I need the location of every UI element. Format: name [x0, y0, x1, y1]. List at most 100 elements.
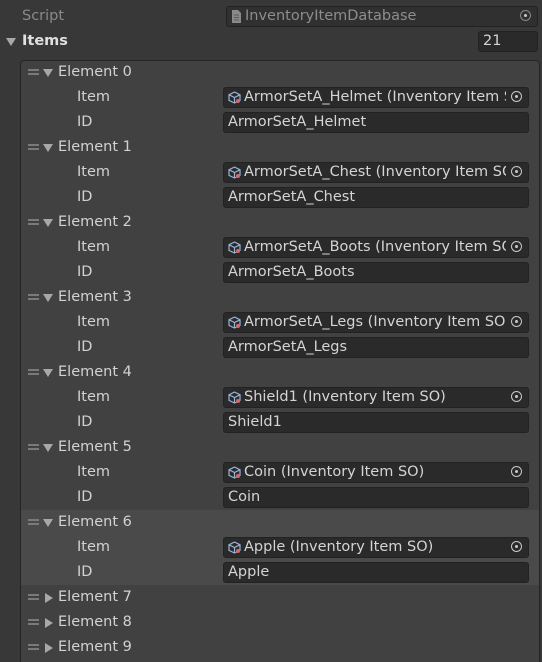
object-picker-icon[interactable]: [511, 466, 522, 477]
id-text-field[interactable]: ArmorSetA_Boots: [223, 262, 529, 283]
drag-handle-icon[interactable]: [28, 519, 39, 526]
items-count: 21: [483, 33, 502, 49]
drag-handle-icon[interactable]: [28, 294, 39, 301]
id-label: ID: [77, 564, 93, 580]
element-foldout-icon[interactable]: [43, 219, 53, 227]
element-label: Element 5: [58, 439, 132, 455]
id-value: Shield1: [228, 414, 282, 430]
item-value: ArmorSetA_Legs (Inventory Item SO): [244, 314, 512, 330]
item-object-field[interactable]: ArmorSetA_Chest (Inventory Item SO): [223, 162, 529, 183]
items-header[interactable]: Items 21: [0, 29, 542, 54]
item-row: Item Shield1 (Inventory Item SO): [0, 385, 542, 410]
drag-handle-icon[interactable]: [28, 444, 39, 451]
element-foldout-icon[interactable]: [43, 519, 53, 527]
script-row: Script InventoryItemDatabase: [0, 4, 542, 29]
element-foldout-icon[interactable]: [45, 643, 53, 653]
id-row: ID ArmorSetA_Chest: [0, 185, 542, 210]
object-picker-icon[interactable]: [511, 166, 522, 177]
id-text-field[interactable]: ArmorSetA_Chest: [223, 187, 529, 208]
element-header[interactable]: Element 5: [0, 435, 542, 460]
script-field[interactable]: InventoryItemDatabase: [226, 6, 538, 27]
id-text-field[interactable]: ArmorSetA_Legs: [223, 337, 529, 358]
item-label: Item: [77, 89, 111, 105]
item-object-field[interactable]: Shield1 (Inventory Item SO): [223, 387, 529, 408]
items-size-field[interactable]: 21: [478, 31, 538, 52]
item-object-field[interactable]: ArmorSetA_Helmet (Inventory Item SO): [223, 87, 529, 108]
script-value: InventoryItemDatabase: [245, 8, 417, 24]
scriptable-object-icon: [228, 91, 241, 104]
element-header[interactable]: Element 0: [0, 60, 542, 85]
script-icon: [232, 10, 241, 23]
element-header[interactable]: Element 9: [0, 635, 542, 660]
id-value: Coin: [228, 489, 261, 505]
id-row: ID ArmorSetA_Legs: [0, 335, 542, 360]
items-foldout-icon[interactable]: [6, 38, 16, 46]
item-label: Item: [77, 239, 111, 255]
element-foldout-icon[interactable]: [43, 369, 53, 377]
element-foldout-icon[interactable]: [43, 69, 53, 77]
item-label: Item: [77, 464, 111, 480]
id-value: ArmorSetA_Boots: [228, 264, 355, 280]
element-label: Element 7: [58, 589, 132, 605]
id-row: ID Apple: [0, 560, 542, 585]
item-label: Item: [77, 314, 111, 330]
element-label: Element 6: [58, 514, 132, 530]
id-text-field[interactable]: Coin: [223, 487, 529, 508]
id-value: Apple: [228, 564, 270, 580]
id-text-field[interactable]: Shield1: [223, 412, 529, 433]
element-foldout-icon[interactable]: [45, 618, 53, 628]
object-picker-icon[interactable]: [511, 541, 522, 552]
element-label: Element 9: [58, 639, 132, 655]
object-picker-icon[interactable]: [511, 91, 522, 102]
element-header[interactable]: Element 2: [0, 210, 542, 235]
element-foldout-icon[interactable]: [43, 144, 53, 152]
element-header[interactable]: Element 8: [0, 610, 542, 635]
drag-handle-icon[interactable]: [28, 369, 39, 376]
item-label: Item: [77, 539, 111, 555]
element-label: Element 4: [58, 364, 132, 380]
item-object-field[interactable]: ArmorSetA_Legs (Inventory Item SO): [223, 312, 529, 333]
id-label: ID: [77, 489, 93, 505]
id-value: ArmorSetA_Helmet: [228, 114, 367, 130]
drag-handle-icon[interactable]: [28, 144, 39, 151]
drag-handle-icon[interactable]: [28, 594, 39, 601]
inspector-panel: { "script": { "label": "Script", "value"…: [0, 0, 542, 662]
scriptable-object-icon: [228, 541, 241, 554]
drag-handle-icon[interactable]: [28, 69, 39, 76]
id-label: ID: [77, 114, 93, 130]
item-row: Item ArmorSetA_Legs (Inventory Item SO): [0, 310, 542, 335]
drag-handle-icon[interactable]: [28, 219, 39, 226]
drag-handle-icon[interactable]: [28, 644, 39, 651]
element-foldout-icon[interactable]: [45, 593, 53, 603]
element-header[interactable]: Element 4: [0, 360, 542, 385]
id-label: ID: [77, 339, 93, 355]
element-label: Element 0: [58, 64, 132, 80]
element-foldout-icon[interactable]: [43, 294, 53, 302]
item-row: Item ArmorSetA_Chest (Inventory Item SO): [0, 160, 542, 185]
items-label: Items: [22, 33, 68, 49]
script-label: Script: [22, 8, 65, 24]
object-picker-icon[interactable]: [511, 316, 522, 327]
element-header[interactable]: Element 6: [0, 510, 542, 535]
id-row: ID ArmorSetA_Boots: [0, 260, 542, 285]
id-text-field[interactable]: Apple: [223, 562, 529, 583]
scriptable-object-icon: [228, 391, 241, 404]
item-object-field[interactable]: ArmorSetA_Boots (Inventory Item SO): [223, 237, 529, 258]
id-value: ArmorSetA_Chest: [228, 189, 356, 205]
object-picker-icon[interactable]: [511, 241, 522, 252]
item-label: Item: [77, 389, 111, 405]
item-object-field[interactable]: Apple (Inventory Item SO): [223, 537, 529, 558]
id-label: ID: [77, 189, 93, 205]
id-label: ID: [77, 414, 93, 430]
element-header[interactable]: Element 3: [0, 285, 542, 310]
object-picker-icon[interactable]: [511, 391, 522, 402]
object-picker-icon[interactable]: [520, 10, 531, 21]
item-value: ArmorSetA_Chest (Inventory Item SO): [244, 164, 520, 180]
element-foldout-icon[interactable]: [43, 444, 53, 452]
id-text-field[interactable]: ArmorSetA_Helmet: [223, 112, 529, 133]
item-object-field[interactable]: Coin (Inventory Item SO): [223, 462, 529, 483]
element-header[interactable]: Element 1: [0, 135, 542, 160]
element-header[interactable]: Element 7: [0, 585, 542, 610]
drag-handle-icon[interactable]: [28, 619, 39, 626]
item-row: Item ArmorSetA_Helmet (Inventory Item SO): [0, 85, 542, 110]
